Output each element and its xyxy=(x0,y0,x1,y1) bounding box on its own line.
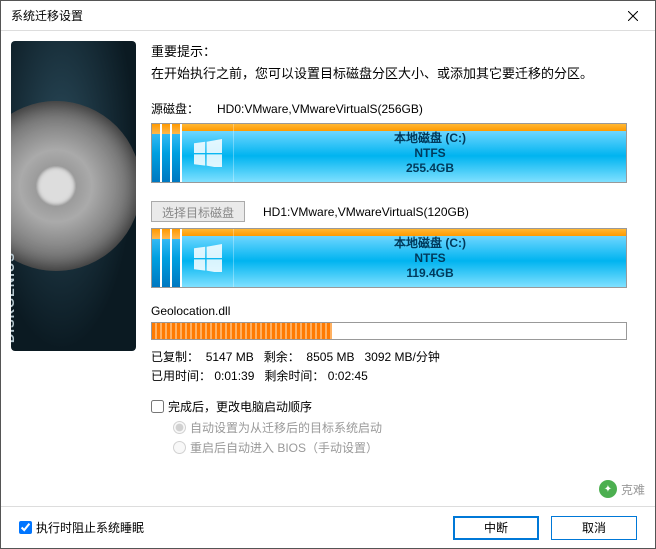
reserved-partition xyxy=(162,124,172,182)
reserved-partition xyxy=(172,229,182,287)
wechat-icon: ✦ xyxy=(599,480,617,498)
source-disk-label: 源磁盘： xyxy=(151,100,199,117)
after-done-checkbox-row[interactable]: 完成后，更改电脑启动顺序 xyxy=(151,398,627,415)
progress-fill xyxy=(152,323,332,339)
progress-bar xyxy=(151,322,627,340)
boot-option-auto-row[interactable]: 自动设置为从迁移后的目标系统启动 xyxy=(173,419,627,436)
tip-section: 重要提示： 在开始执行之前，您可以设置目标磁盘分区大小、或添加其它要迁移的分区。 xyxy=(151,41,627,82)
windows-logo-icon xyxy=(182,229,234,287)
eta-value: 0:02:45 xyxy=(328,367,368,386)
eta-label: 剩余时间： xyxy=(264,367,324,386)
boot-option-auto[interactable] xyxy=(173,421,186,434)
partition-fs: NTFS xyxy=(414,146,445,161)
partition-name: 本地磁盘 (C:) xyxy=(394,131,466,146)
target-disk-section: 选择目标磁盘 HD1:VMware,VMwareVirtualS(120GB) … xyxy=(151,201,627,288)
title-bar: 系统迁移设置 xyxy=(1,1,655,31)
main-partition: 本地磁盘 (C:) NTFS 255.4GB xyxy=(182,124,626,182)
partition-size: 119.4GB xyxy=(406,266,453,281)
prevent-sleep-checkbox[interactable] xyxy=(19,521,32,534)
cancel-button[interactable]: 取消 xyxy=(551,516,637,540)
close-icon xyxy=(628,11,638,21)
boot-option-bios-row[interactable]: 重启后自动进入 BIOS（手动设置） xyxy=(173,439,627,456)
reserved-partition xyxy=(152,229,162,287)
brand-text: DISKGENIUS xyxy=(11,252,17,343)
after-done-checkbox[interactable] xyxy=(151,400,164,413)
sidebar-graphic: DISKGENIUS xyxy=(1,31,146,506)
boot-option-bios[interactable] xyxy=(173,441,186,454)
remain-label: 剩余： xyxy=(264,348,300,367)
windows-logo-icon xyxy=(182,124,234,182)
partition-name: 本地磁盘 (C:) xyxy=(394,236,466,251)
post-options: 完成后，更改电脑启动顺序 自动设置为从迁移后的目标系统启动 重启后自动进入 BI… xyxy=(151,398,627,456)
footer: 执行时阻止系统睡眠 中断 取消 xyxy=(1,506,655,548)
abort-button[interactable]: 中断 xyxy=(453,516,539,540)
tip-heading: 重要提示： xyxy=(151,41,627,60)
elapsed-label: 已用时间： xyxy=(151,367,211,386)
after-done-label: 完成后，更改电脑启动顺序 xyxy=(168,398,312,415)
target-disk-name: HD1:VMware,VMwareVirtualS(120GB) xyxy=(263,205,469,219)
main-panel: 重要提示： 在开始执行之前，您可以设置目标磁盘分区大小、或添加其它要迁移的分区。… xyxy=(146,31,655,506)
hdd-illustration: DISKGENIUS xyxy=(11,41,136,351)
progress-stats: 已复制： 5147 MB 剩余： 8505 MB 3092 MB/分钟 已用时间… xyxy=(151,348,627,386)
close-button[interactable] xyxy=(610,1,655,31)
boot-option-bios-label: 重启后自动进入 BIOS（手动设置） xyxy=(190,439,378,456)
source-disk-section: 源磁盘： HD0:VMware,VMwareVirtualS(256GB) 本地… xyxy=(151,100,627,183)
watermark-text: 克难 xyxy=(621,481,645,498)
target-partition-bar[interactable]: 本地磁盘 (C:) NTFS 119.4GB xyxy=(151,228,627,288)
partition-size: 255.4GB xyxy=(406,161,454,176)
current-file: Geolocation.dll xyxy=(151,304,627,318)
tip-text: 在开始执行之前，您可以设置目标磁盘分区大小、或添加其它要迁移的分区。 xyxy=(151,63,627,82)
prevent-sleep-label: 执行时阻止系统睡眠 xyxy=(36,519,144,536)
main-partition: 本地磁盘 (C:) NTFS 119.4GB xyxy=(182,229,626,287)
source-disk-name: HD0:VMware,VMwareVirtualS(256GB) xyxy=(217,102,423,116)
copied-label: 已复制： xyxy=(151,348,199,367)
content-area: DISKGENIUS 重要提示： 在开始执行之前，您可以设置目标磁盘分区大小、或… xyxy=(1,31,655,506)
remain-value: 8505 MB xyxy=(306,348,354,367)
speed-value: 3092 MB/分钟 xyxy=(364,348,439,367)
watermark: ✦ 克难 xyxy=(599,480,645,498)
reserved-partition xyxy=(172,124,182,182)
reserved-partition xyxy=(162,229,172,287)
select-target-button[interactable]: 选择目标磁盘 xyxy=(151,201,245,222)
copied-value: 5147 MB xyxy=(206,348,254,367)
reserved-partition xyxy=(152,124,162,182)
window-title: 系统迁移设置 xyxy=(11,7,610,24)
elapsed-value: 0:01:39 xyxy=(214,367,254,386)
partition-fs: NTFS xyxy=(414,251,445,266)
prevent-sleep-row[interactable]: 执行时阻止系统睡眠 xyxy=(19,519,144,536)
boot-option-auto-label: 自动设置为从迁移后的目标系统启动 xyxy=(190,419,382,436)
source-partition-bar[interactable]: 本地磁盘 (C:) NTFS 255.4GB xyxy=(151,123,627,183)
